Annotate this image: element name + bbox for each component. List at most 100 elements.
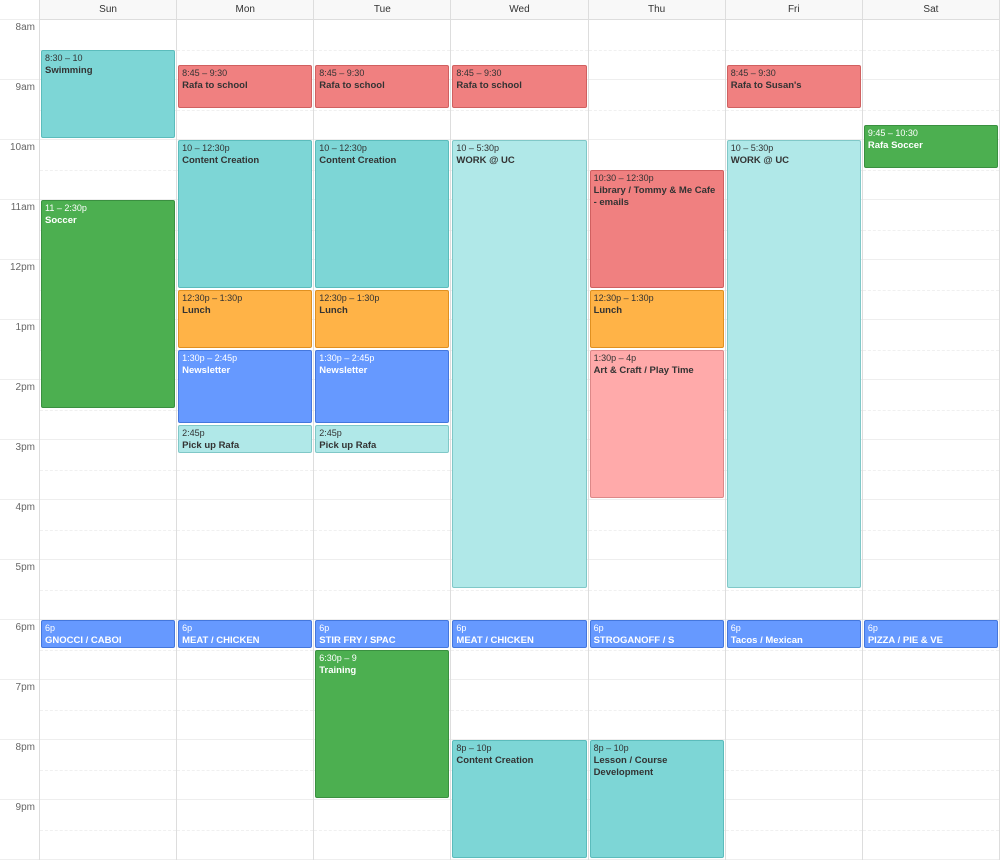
- event-time: 6:30p – 9: [319, 653, 445, 665]
- event-time: 6p: [319, 623, 445, 635]
- event-title: Rafa to school: [319, 80, 445, 92]
- day-grid-sun: 8:30 – 10Swimming 11 – 2:30pSoccer 6pGNOCC…: [40, 20, 176, 860]
- calendar-event[interactable]: 10 – 12:30pContent Creation: [315, 140, 449, 288]
- day-header-tue: Tue: [314, 0, 450, 20]
- event-title: Soccer: [45, 215, 171, 227]
- event-title: Lunch: [182, 305, 308, 317]
- event-time: 8:45 – 9:30: [456, 68, 582, 80]
- calendar-event[interactable]: 1:30p – 2:45pNewsletter: [315, 350, 449, 423]
- time-9pm: 9pm: [0, 800, 39, 860]
- hour-slot: [863, 440, 999, 500]
- event-time: 6p: [456, 623, 582, 635]
- time-5pm: 5pm: [0, 560, 39, 620]
- calendar-event[interactable]: 6pSTROGANOFF / S: [590, 620, 724, 648]
- day-header-wed: Wed: [451, 0, 587, 20]
- hour-slot: [177, 740, 313, 800]
- calendar-event[interactable]: 8:45 – 9:30Rafa to school: [452, 65, 586, 108]
- event-title: Tacos / Mexican: [731, 635, 857, 647]
- calendar-event[interactable]: 6:30p – 9Training: [315, 650, 449, 798]
- hour-slot: [863, 800, 999, 860]
- event-time: 12:30p – 1:30p: [182, 293, 308, 305]
- calendar-event[interactable]: 6pPIZZA / PIE & VE: [864, 620, 998, 648]
- calendar-event[interactable]: 8p – 10pLesson / Course Development: [590, 740, 724, 858]
- hour-slot: [177, 800, 313, 860]
- event-title: PIZZA / PIE & VE: [868, 635, 994, 647]
- calendar-event[interactable]: 1:30p – 4pArt & Craft / Play Time: [590, 350, 724, 498]
- calendar-event[interactable]: 6pMEAT / CHICKEN: [452, 620, 586, 648]
- hour-slot: [40, 140, 176, 200]
- time-10am: 10am: [0, 140, 39, 200]
- event-time: 12:30p – 1:30p: [594, 293, 720, 305]
- event-title: STIR FRY / SPAC: [319, 635, 445, 647]
- day-column-tue: Tue 8:45 – 9:30Rafa to school 10 – 12:30pC…: [314, 0, 451, 860]
- event-time: 10 – 12:30p: [182, 143, 308, 155]
- hour-slot: [589, 500, 725, 560]
- calendar-event[interactable]: 12:30p – 1:30pLunch: [590, 290, 724, 348]
- calendar-event[interactable]: 10:30 – 12:30pLibrary / Tommy & Me Cafe …: [590, 170, 724, 288]
- event-title: WORK @ UC: [731, 155, 857, 167]
- event-time: 6p: [182, 623, 308, 635]
- time-8pm: 8pm: [0, 740, 39, 800]
- calendar-event[interactable]: 10 – 12:30pContent Creation: [178, 140, 312, 288]
- event-title: Content Creation: [182, 155, 308, 167]
- hour-slot: [40, 500, 176, 560]
- event-time: 1:30p – 2:45p: [182, 353, 308, 365]
- event-time: 1:30p – 4p: [594, 353, 720, 365]
- event-time: 2:45p: [319, 428, 445, 440]
- time-9am: 9am: [0, 80, 39, 140]
- hour-slot: [726, 680, 862, 740]
- hour-slot: [314, 800, 450, 860]
- event-title: Lunch: [594, 305, 720, 317]
- event-time: 8p – 10p: [456, 743, 582, 755]
- event-title: Newsletter: [182, 365, 308, 377]
- time-4pm: 4pm: [0, 500, 39, 560]
- calendar-event[interactable]: 2:45pPick up Rafa: [178, 425, 312, 453]
- calendar-event[interactable]: 1:30p – 2:45pNewsletter: [178, 350, 312, 423]
- calendar-event[interactable]: 12:30p – 1:30pLunch: [315, 290, 449, 348]
- event-title: Lunch: [319, 305, 445, 317]
- event-title: MEAT / CHICKEN: [456, 635, 582, 647]
- calendar-event[interactable]: 6pGNOCCI / CABOI: [41, 620, 175, 648]
- hour-slot: [726, 740, 862, 800]
- calendar-event[interactable]: 11 – 2:30pSoccer: [41, 200, 175, 408]
- time-3pm: 3pm: [0, 440, 39, 500]
- calendar-event[interactable]: 6pSTIR FRY / SPAC: [315, 620, 449, 648]
- day-header-mon: Mon: [177, 0, 313, 20]
- days-container: Sun8:30 – 10Swimming11 – 2:30pSoccer6pGN…: [40, 0, 1000, 860]
- hour-slot: [589, 560, 725, 620]
- calendar-event[interactable]: 8p – 10pContent Creation: [452, 740, 586, 858]
- hour-slot: [451, 680, 587, 740]
- calendar-event[interactable]: 6pTacos / Mexican: [727, 620, 861, 648]
- calendar-event[interactable]: 10 – 5:30pWORK @ UC: [452, 140, 586, 588]
- calendar-event[interactable]: 8:45 – 9:30Rafa to school: [315, 65, 449, 108]
- event-title: GNOCCI / CABOI: [45, 635, 171, 647]
- hour-slot: [863, 380, 999, 440]
- calendar-event[interactable]: 8:45 – 9:30Rafa to Susan's: [727, 65, 861, 108]
- hour-slot: [177, 560, 313, 620]
- day-header-fri: Fri: [726, 0, 862, 20]
- hour-slot: [177, 500, 313, 560]
- calendar-event[interactable]: 8:45 – 9:30Rafa to school: [178, 65, 312, 108]
- event-title: Content Creation: [456, 755, 582, 767]
- time-2pm: 2pm: [0, 380, 39, 440]
- calendar-event[interactable]: 6pMEAT / CHICKEN: [178, 620, 312, 648]
- event-time: 10 – 5:30p: [731, 143, 857, 155]
- time-1pm: 1pm: [0, 320, 39, 380]
- event-title: Rafa Soccer: [868, 140, 994, 152]
- day-grid-thu: 10:30 – 12:30pLibrary / Tommy & Me Cafe …: [589, 20, 725, 860]
- hour-slot: [40, 740, 176, 800]
- event-title: Library / Tommy & Me Cafe - emails: [594, 185, 720, 210]
- calendar-event[interactable]: 10 – 5:30pWORK @ UC: [727, 140, 861, 588]
- event-title: Swimming: [45, 65, 171, 77]
- calendar-event[interactable]: 2:45pPick up Rafa: [315, 425, 449, 453]
- calendar-event[interactable]: 9:45 – 10:30Rafa Soccer: [864, 125, 998, 168]
- event-title: Rafa to Susan's: [731, 80, 857, 92]
- calendar-event[interactable]: 12:30p – 1:30pLunch: [178, 290, 312, 348]
- day-header-thu: Thu: [589, 0, 725, 20]
- hour-slot: [863, 320, 999, 380]
- hour-slot: [863, 20, 999, 80]
- day-column-thu: Thu 10:30 – 12:30pLibrary / Tommy & Me Ca…: [589, 0, 726, 860]
- event-time: 6p: [45, 623, 171, 635]
- calendar-event[interactable]: 8:30 – 10Swimming: [41, 50, 175, 138]
- hour-slot: [314, 560, 450, 620]
